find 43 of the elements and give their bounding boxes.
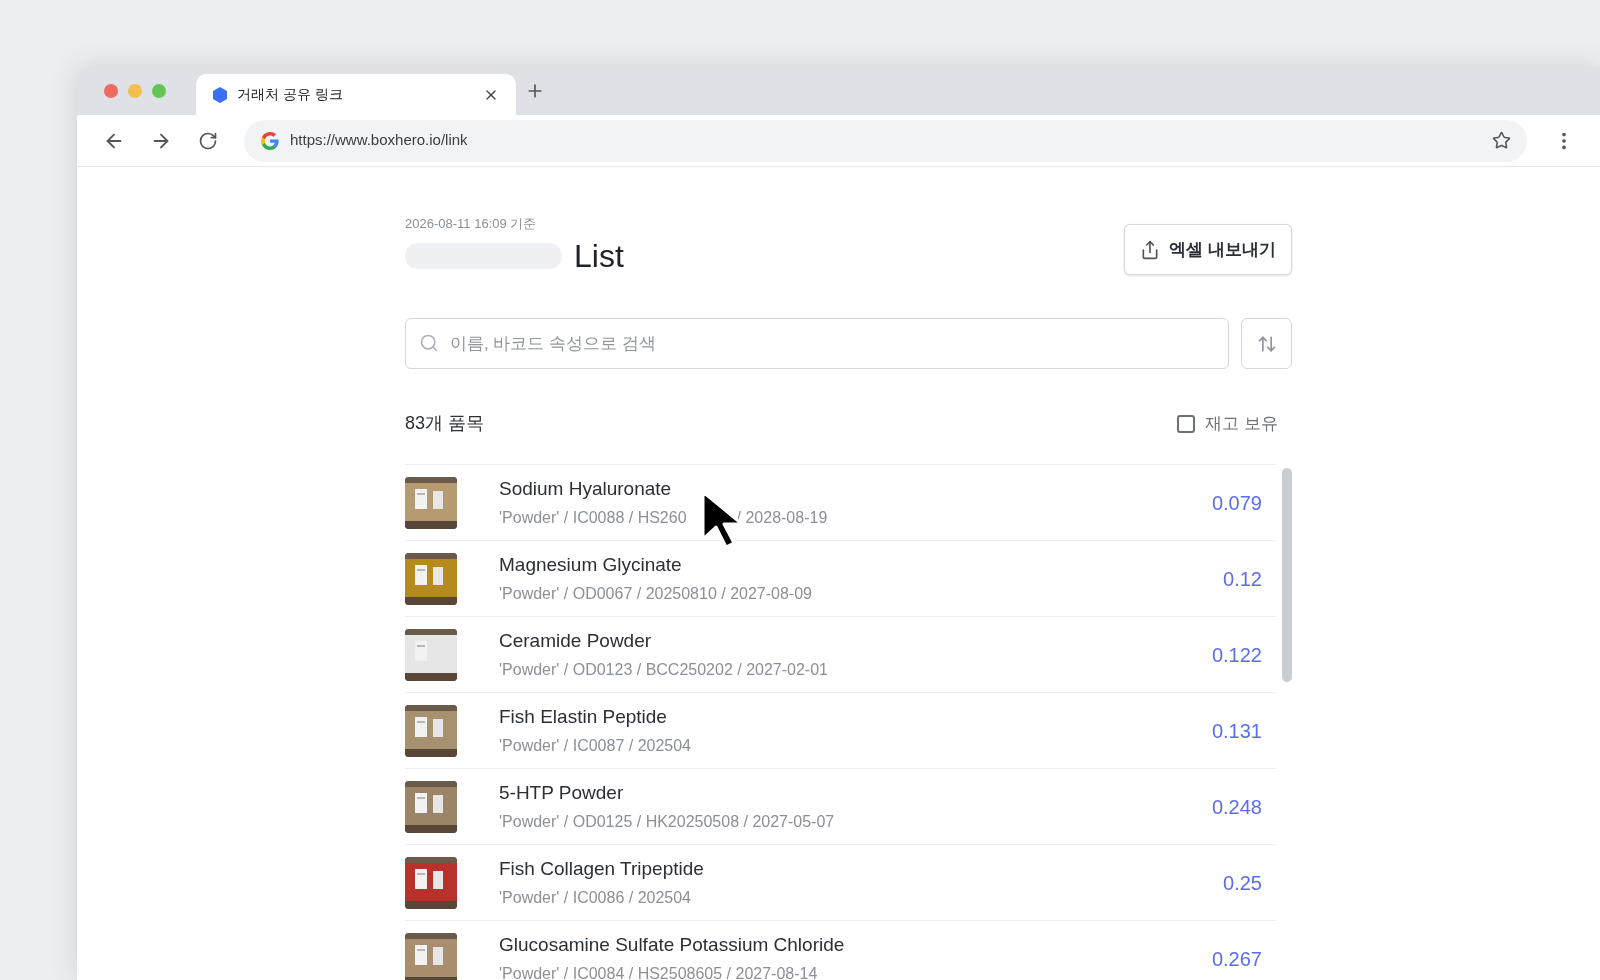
search-field[interactable]: 이름, 바코드 속성으로 검색 — [405, 318, 1229, 369]
item-name: Fish Collagen Tripeptide — [499, 857, 705, 882]
item-value: 0.079 — [1211, 490, 1262, 516]
hexagon-icon — [213, 86, 227, 103]
list-row[interactable]: Glucosamine Sulfate Potassium Chloride 'Powder' / IC0084 / HS2508605 / 2027-08-14 0.267 — [405, 921, 1276, 980]
google-logo-icon — [260, 130, 280, 151]
item-count: 83개 품목 — [405, 412, 485, 435]
item-details: 'Powder' / IC0086 / 202504 — [499, 887, 691, 908]
item-value: 0.248 — [1211, 794, 1262, 820]
item-details: 'Powder' / IC0088 / HS260 — [499, 507, 687, 528]
item-name: Ceramide Powder — [499, 629, 653, 654]
browser-tab[interactable]: 거래처 공유 링크 — [196, 74, 516, 115]
export-button[interactable]: 엑셀 내보내기 — [1124, 224, 1292, 275]
item-value: 0.12 — [1223, 566, 1262, 592]
item-name: Fish Elastin Peptide — [499, 705, 668, 730]
item-details: 'Powder' / OD0067 / 20250810 / 2027-08-09 — [499, 583, 812, 604]
list-row[interactable]: Ceramide Powder 'Powder' / OD0123 / BCC250202 / 2027-02-01 0.122 — [405, 617, 1276, 693]
page-title: List — [574, 239, 624, 272]
address-bar[interactable]: https://www.boxhero.io/link — [244, 119, 1527, 162]
item-value: 0.131 — [1211, 718, 1262, 744]
item-value: 0.122 — [1211, 642, 1262, 668]
item-name: Sodium Hyaluronate — [499, 477, 673, 502]
list-row[interactable]: 5-HTP Powder 'Powder' / OD0125 / HK20250508 / 2027-05-07 0.248 — [405, 769, 1276, 845]
list-row[interactable]: Fish Elastin Peptide 'Powder' / IC0087 / 202504 0.131 — [405, 693, 1276, 769]
search-icon — [419, 333, 439, 353]
item-value: 0.267 — [1211, 946, 1262, 972]
share-icon — [1140, 239, 1161, 260]
reload-icon[interactable] — [198, 130, 218, 151]
bookmark-star-icon[interactable] — [1492, 131, 1511, 150]
item-value: 0.25 — [1223, 870, 1262, 896]
item-details: 'Powder' / OD0123 / BCC250202 / 2027-02-01 — [499, 659, 828, 680]
in-stock-checkbox[interactable]: 재고 보유 — [1177, 410, 1278, 437]
item-details: 'Powder' / OD0125 / HK20250508 / 2027-05-07 — [499, 811, 835, 832]
list-row[interactable]: Magnesium Glycinate 'Powder' / OD0067 / 20250810 / 2027-08-09 0.12 — [405, 541, 1276, 617]
item-details: 'Powder' / IC0084 / HS2508605 / 2027-08-14 — [499, 963, 818, 980]
item-details: 'Powder' / IC0087 / 202504 — [499, 735, 691, 756]
item-name: Magnesium Glycinate — [499, 553, 683, 578]
timestamp: 2026-08-11 16:09 기준 — [405, 215, 538, 233]
url-text: https://www.boxhero.io/link — [290, 130, 469, 151]
item-name: Glucosamine Sulfate Potassium Chloride — [499, 933, 846, 958]
tab-title: 거래처 공유 링크 — [237, 85, 344, 104]
list-row[interactable]: Fish Collagen Tripeptide 'Powder' / IC0086 / 202504 0.25 — [405, 845, 1276, 921]
item-name: 5-HTP Powder — [499, 781, 625, 806]
